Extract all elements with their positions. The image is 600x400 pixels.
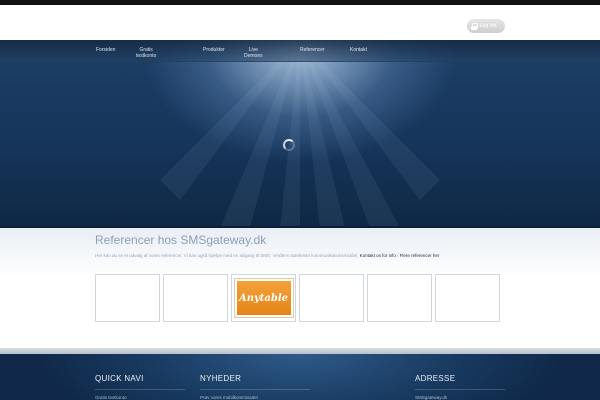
lock-icon <box>471 22 478 30</box>
footer-address-line: SMSgateway.dk <box>415 395 448 400</box>
light-rays <box>160 40 440 228</box>
footer-link-news-item[interactable]: Prøv vores mobilkommissær! <box>200 395 310 400</box>
reference-logo-6[interactable] <box>435 274 500 322</box>
login-label: Log ind <box>480 23 497 29</box>
main-nav: Forsiden Gratis testkonto Produkter Live… <box>0 40 600 62</box>
footer-link-gratis-testkonto[interactable]: Gratis testkonto <box>95 395 185 400</box>
page-title: Referencer hos SMSgateway.dk <box>95 233 267 247</box>
footer-adresse: ADRESSE SMSgateway.dk <box>415 374 505 400</box>
contact-link[interactable]: Kontakt os for info <box>360 253 396 258</box>
hero-banner: Forsiden Gratis testkonto Produkter Live… <box>0 40 600 228</box>
footer: QUICK NAVI Gratis testkonto NYHEDER Prøv… <box>0 354 600 400</box>
nav-item-forsiden[interactable]: Forsiden <box>96 47 115 53</box>
nav-item-live-demoes[interactable]: Live Demoes <box>244 47 263 59</box>
nav-item-produkter[interactable]: Produkter <box>203 47 225 53</box>
footer-title-nyheder: NYHEDER <box>200 374 242 383</box>
anytable-logo-text: Anytable <box>238 292 289 304</box>
references-description: Her kan du se et udvalg af vores referen… <box>95 253 439 258</box>
footer-rule <box>95 389 185 390</box>
reference-logos: Anytable <box>95 274 500 322</box>
reference-logo-anytable[interactable]: Anytable <box>231 274 296 322</box>
reference-logo-1[interactable] <box>95 274 160 322</box>
reference-logo-2[interactable] <box>163 274 228 322</box>
header: Log ind <box>0 5 600 40</box>
reference-logo-5[interactable] <box>367 274 432 322</box>
footer-title-adresse: ADRESSE <box>415 374 456 383</box>
nav-item-kontakt[interactable]: Kontakt <box>350 47 367 53</box>
footer-title-quick-navi: QUICK NAVI <box>95 374 144 383</box>
anytable-logo: Anytable <box>234 279 293 317</box>
footer-nyheder: NYHEDER Prøv vores mobilkommissær! <box>200 374 310 400</box>
nav-item-referencer[interactable]: Referencer <box>300 47 325 53</box>
reference-logo-4[interactable] <box>299 274 364 322</box>
footer-rule <box>415 389 505 390</box>
footer-rule <box>200 389 310 390</box>
description-text: Her kan du se et udvalg af vores referen… <box>95 253 359 258</box>
nav-item-gratis-testkonto[interactable]: Gratis testkonto <box>136 47 156 59</box>
loading-spinner-icon <box>283 139 295 151</box>
login-button[interactable]: Log ind <box>467 19 505 33</box>
footer-quick-navi: QUICK NAVI Gratis testkonto <box>95 374 185 400</box>
references-section: Referencer hos SMSgateway.dk Her kan du … <box>0 228 600 348</box>
more-references-link[interactable]: Flere referencer her <box>400 253 440 258</box>
